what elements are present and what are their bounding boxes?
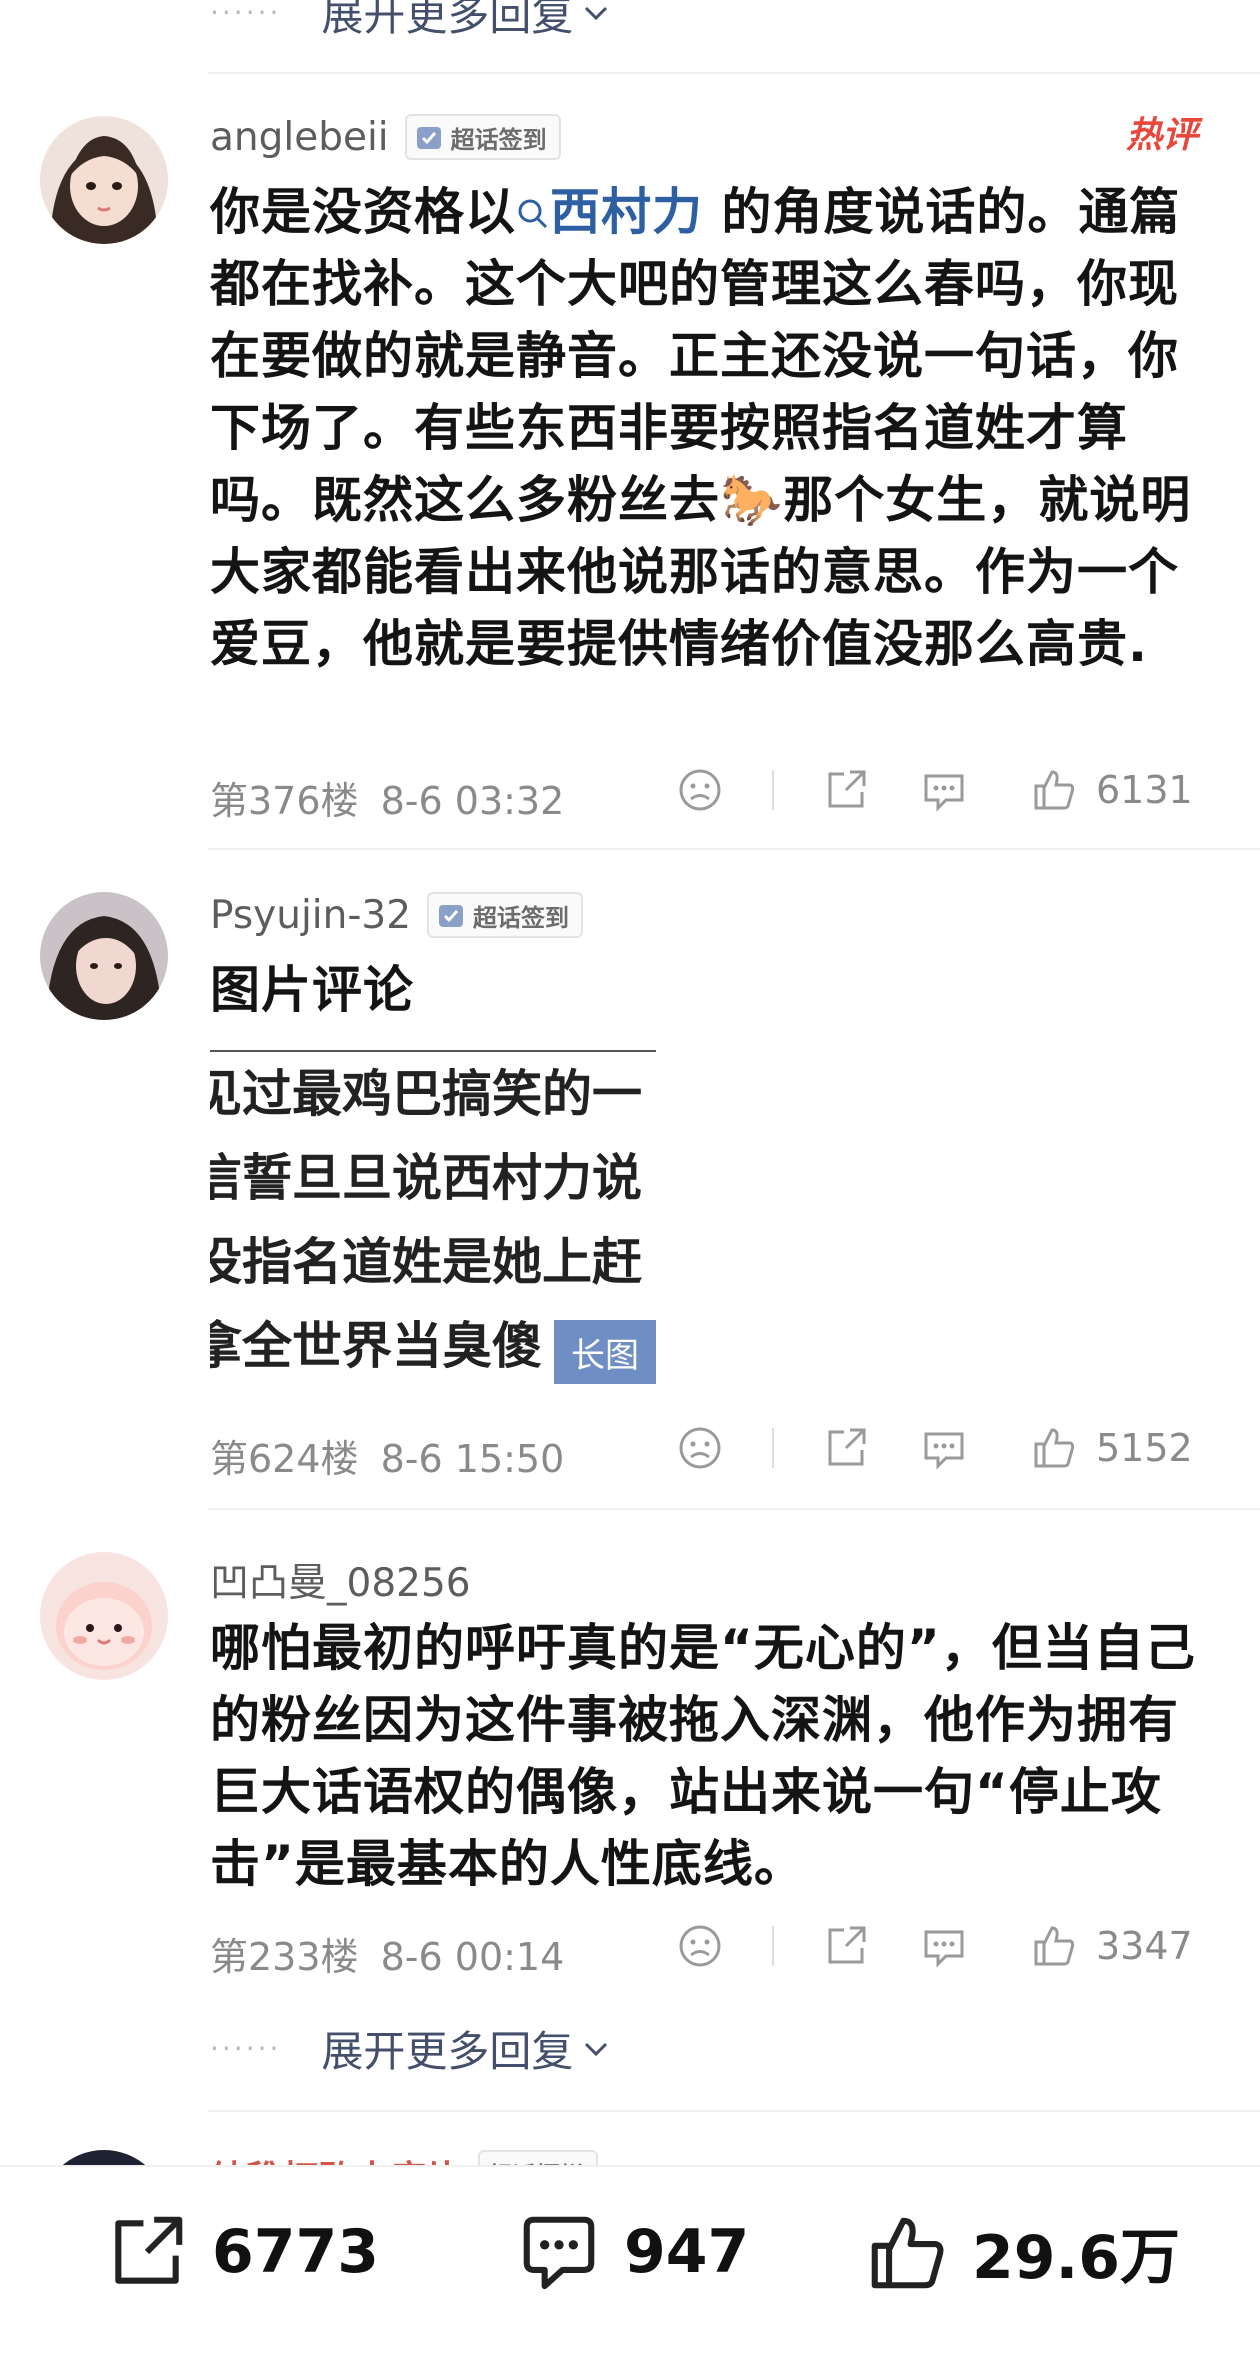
like-count: 29.6万 — [972, 2223, 1181, 2293]
chevron-down-icon — [585, 2042, 608, 2056]
share-count: 6773 — [212, 2217, 379, 2287]
expand-label: 展开更多回复 — [321, 0, 574, 40]
dots-decoration: ······ — [210, 2032, 282, 2065]
expand-more-replies[interactable]: ······ 展开更多回复 — [210, 0, 609, 43]
expand-label: 展开更多回复 — [321, 2027, 574, 2076]
comment-actions: 6131 — [676, 766, 1193, 814]
thumbs-up-icon — [871, 2217, 944, 2288]
comment-icon[interactable] — [920, 1424, 968, 1472]
comment-meta: 第624楼 8-6 15:50 — [210, 1428, 564, 1483]
floor-number: 第376楼 — [210, 779, 359, 823]
divider — [208, 2110, 1260, 2112]
username[interactable]: 凹凸曼_08256 — [210, 1552, 471, 1608]
hot-comment-tag: 热评 — [1126, 115, 1199, 156]
like-count: 3347 — [1096, 1924, 1193, 1968]
image-text-line: 信誓旦旦说西村力说 — [210, 1149, 642, 1207]
calendar-check-icon — [416, 127, 441, 149]
share-icon — [115, 2216, 183, 2284]
image-comment[interactable]: 见过最鸡巴搞笑的一 信誓旦旦说西村力说 没指名道姓是她上赶 拿全世界当臭傻 长图 — [210, 1050, 656, 1384]
username[interactable]: anglebeii — [210, 115, 389, 160]
avatar[interactable] — [40, 892, 168, 1020]
share-icon[interactable] — [822, 766, 870, 814]
comment-actions: 5152 — [676, 1424, 1193, 1472]
badge-label: 超话签到 — [473, 903, 570, 932]
image-text-line: 没指名道姓是她上赶 — [210, 1233, 642, 1291]
comment-text: 你是没资格以 西村力 的角度说话的。通篇都在找补。这个大吧的管理这么春吗，你现在要… — [210, 176, 1210, 680]
long-image-tag: 长图 — [554, 1320, 656, 1384]
bottom-action-bar: 6773 947 29.6万 — [0, 2165, 1260, 2355]
avatar[interactable] — [40, 116, 168, 244]
share-icon[interactable] — [822, 1424, 870, 1472]
like-action[interactable]: 29.6万 — [864, 2209, 1180, 2296]
avatar[interactable] — [40, 1552, 168, 1680]
dislike-face-icon[interactable] — [676, 1922, 724, 1970]
separator — [772, 1428, 774, 1468]
thumbs-up-icon[interactable] — [1030, 766, 1078, 814]
calendar-check-icon — [439, 905, 464, 927]
divider — [208, 72, 1260, 74]
timestamp: 8-6 15:50 — [380, 1437, 565, 1481]
comment-text: 哪怕最初的呼吁真的是“无心的”，但当自己的粉丝因为这件事被拖入深渊，他作为拥有巨… — [210, 1619, 1196, 1893]
share-action[interactable]: 6773 — [104, 2209, 379, 2295]
username[interactable]: Psyujin-32 — [210, 893, 411, 938]
comment-text-part: 的角度说话的。通篇都在找补。这个大吧的管理这么春吗，你现在要做的就是静音。正主还… — [210, 183, 1192, 673]
timestamp: 8-6 03:32 — [380, 779, 565, 823]
supertopic-link[interactable]: 西村力 — [516, 183, 703, 241]
comment-action[interactable]: 947 — [516, 2209, 749, 2295]
separator — [772, 770, 774, 810]
comment-text: 图片评论 — [210, 961, 414, 1019]
dislike-face-icon[interactable] — [676, 1424, 724, 1472]
dislike-face-icon[interactable] — [676, 766, 724, 814]
comment-meta: 第376楼 8-6 03:32 — [210, 770, 564, 825]
comment-icon[interactable] — [920, 1922, 968, 1970]
comment-actions: 3347 — [676, 1922, 1193, 1970]
image-text-line: 见过最鸡巴搞笑的一 — [210, 1065, 642, 1123]
like-count: 6131 — [1096, 768, 1193, 812]
chevron-down-icon — [585, 6, 608, 20]
badge-label: 超话签到 — [450, 125, 547, 154]
floor-number: 第624楼 — [210, 1437, 359, 1481]
timestamp: 8-6 00:14 — [380, 1935, 565, 1979]
expand-more-replies[interactable]: ······ 展开更多回复 — [210, 2018, 609, 2079]
divider — [208, 848, 1260, 850]
topic-label: 西村力 — [550, 183, 703, 241]
separator — [772, 1926, 774, 1966]
share-icon[interactable] — [822, 1922, 870, 1970]
comment-icon — [523, 2216, 595, 2290]
search-icon — [518, 199, 548, 229]
like-count: 5152 — [1096, 1426, 1193, 1470]
supertopic-checkin-badge: 超话签到 — [427, 892, 584, 938]
comment-icon[interactable] — [920, 766, 968, 814]
comment-count: 947 — [624, 2217, 750, 2287]
comment-text-part: 你是没资格以 — [210, 183, 516, 241]
thumbs-up-icon[interactable] — [1030, 1424, 1078, 1472]
thumbs-up-icon[interactable] — [1030, 1922, 1078, 1970]
dots-decoration: ······ — [210, 0, 282, 29]
divider — [208, 1508, 1260, 1510]
floor-number: 第233楼 — [210, 1935, 359, 1979]
comment-meta: 第233楼 8-6 00:14 — [210, 1926, 564, 1981]
supertopic-checkin-badge: 超话签到 — [404, 114, 561, 160]
